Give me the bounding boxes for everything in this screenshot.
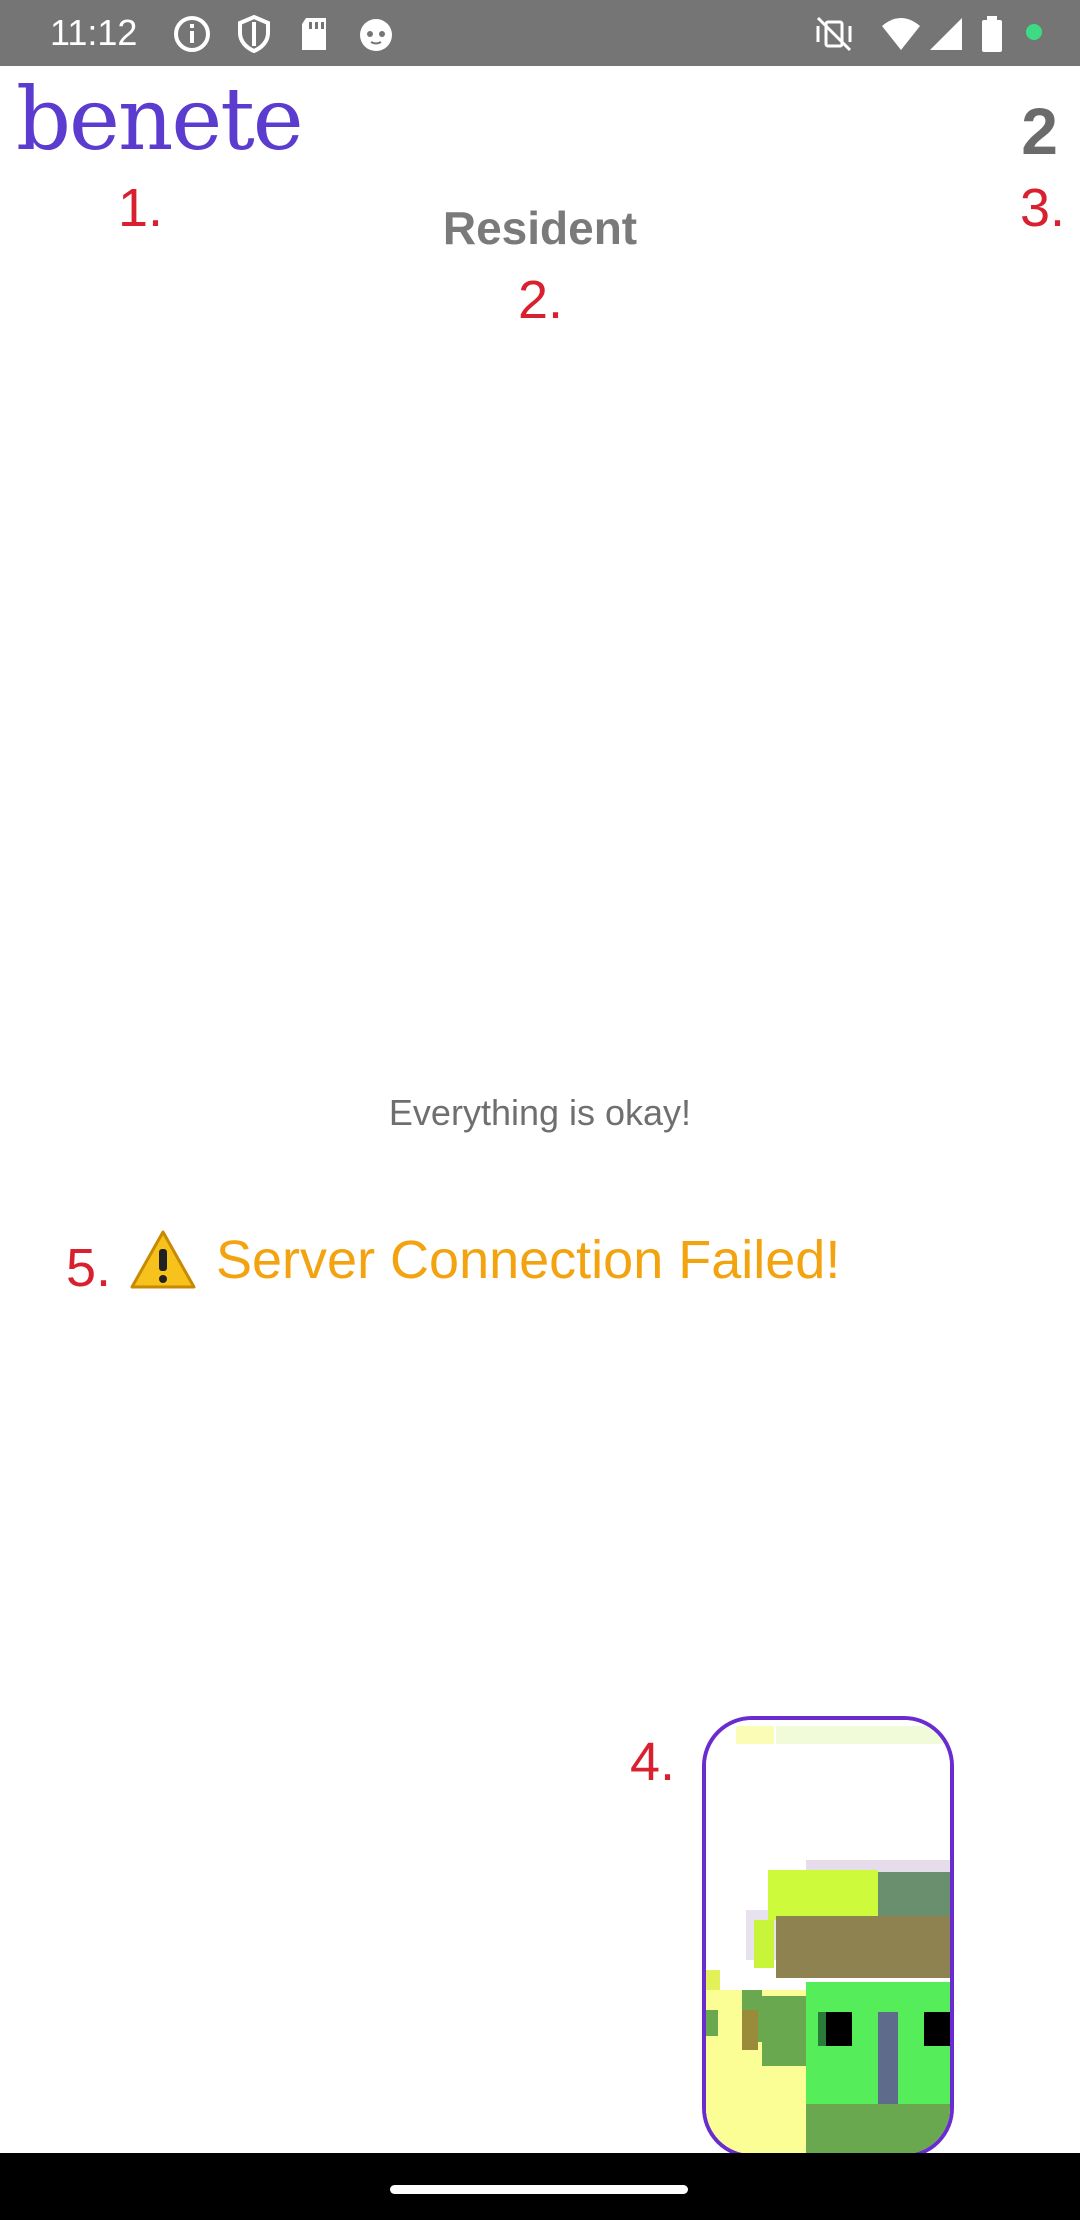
home-gesture-handle[interactable] (390, 2185, 688, 2194)
wifi-icon (882, 18, 920, 50)
signal-icon (930, 18, 962, 50)
annotation-5: 5. (66, 1238, 112, 1298)
warning-text: Server Connection Failed! (216, 1230, 841, 1290)
resident-counter[interactable]: 2 (1021, 96, 1058, 166)
benete-logo[interactable]: benete (16, 70, 304, 170)
annotation-4: 4. (630, 1732, 676, 1792)
annotation-1: 1. (118, 178, 164, 238)
info-icon (174, 16, 210, 52)
avatar-button[interactable] (702, 1716, 954, 2158)
annotation-3: 3. (1020, 178, 1066, 238)
pixel-avatar-image (706, 1720, 950, 2154)
annotation-2: 2. (518, 270, 564, 330)
warning-triangle-icon (130, 1230, 196, 1289)
sd-card-icon (302, 18, 326, 50)
status-time: 11:12 (50, 12, 138, 53)
notification-dot-icon (1026, 24, 1042, 40)
shield-icon (238, 14, 270, 54)
status-bar: 11:12 (0, 0, 1080, 66)
server-warning: Server Connection Failed! (130, 1225, 840, 1295)
battery-icon (982, 16, 1002, 52)
status-message: Everything is okay! (388, 1092, 692, 1133)
cat-face-icon (360, 19, 392, 51)
vibrate-off-icon (816, 16, 852, 52)
